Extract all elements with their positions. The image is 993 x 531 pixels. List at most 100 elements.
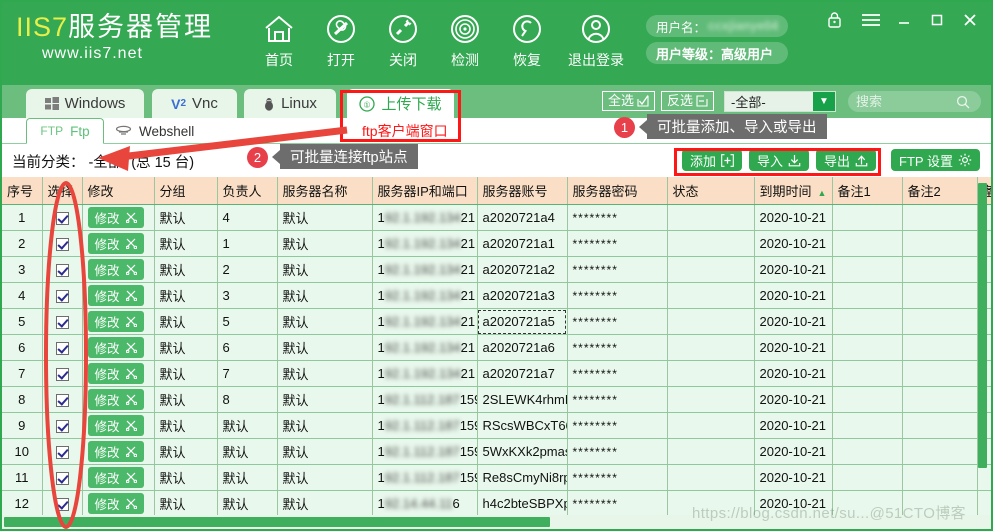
row-checkbox-cell[interactable] [42, 386, 83, 413]
row-server-ip-port[interactable]: 192.1.112.187159 [372, 412, 478, 439]
row-note1[interactable] [832, 204, 903, 231]
row-server-ip-port[interactable]: 192.1.112.187159 [372, 464, 478, 491]
row-server-password[interactable]: ******** [567, 308, 668, 335]
row-checkbox-cell[interactable] [42, 230, 83, 257]
row-status[interactable] [667, 256, 755, 283]
import-button[interactable]: 导入 [749, 149, 810, 171]
row-checkbox-cell[interactable] [42, 438, 83, 465]
nav-item-close-conn[interactable]: 关闭 [372, 10, 434, 70]
horizontal-scroll-thumb[interactable] [4, 517, 550, 527]
row-checkbox[interactable] [55, 290, 69, 304]
row-note2[interactable] [902, 282, 978, 309]
row-edit-cell[interactable]: 修改 [82, 464, 155, 491]
row-checkbox[interactable] [55, 420, 69, 434]
col-server-ip-port[interactable]: 服务器IP和端口 [372, 177, 478, 205]
horizontal-scrollbar[interactable] [2, 515, 991, 529]
nav-item-detect[interactable]: 检测 [434, 10, 496, 70]
row-note2[interactable] [902, 204, 978, 231]
col-group[interactable]: 分组 [154, 177, 218, 205]
row-server-ip-port[interactable]: 192.1.192.13421 [372, 230, 478, 257]
row-group[interactable]: 默认 [154, 256, 218, 283]
row-edit-cell[interactable]: 修改 [82, 490, 155, 517]
row-server-password[interactable]: ******** [567, 334, 668, 361]
add-button[interactable]: 添加 [682, 149, 743, 171]
row-server-ip-port[interactable]: 192.1.112.187159 [372, 386, 478, 413]
row-checkbox[interactable] [55, 316, 69, 330]
row-index[interactable]: 10 [2, 438, 43, 465]
edit-button[interactable]: 修改 [87, 259, 144, 280]
row-group[interactable]: 默认 [154, 204, 218, 231]
row-server-ip-port[interactable]: 192.1.192.13421 [372, 282, 478, 309]
vertical-scrollbar[interactable] [978, 180, 987, 529]
row-status[interactable] [667, 282, 755, 309]
col-server-password[interactable]: 服务器密码 [567, 177, 668, 205]
row-server-account[interactable]: a2020721a7 [477, 360, 568, 387]
row-note1[interactable] [832, 438, 903, 465]
row-server-password[interactable]: ******** [567, 438, 668, 465]
row-group[interactable]: 默认 [154, 334, 218, 361]
maximize-icon[interactable] [922, 6, 952, 34]
row-checkbox[interactable] [55, 264, 69, 278]
row-server-account[interactable]: a2020721a4 [477, 204, 568, 231]
row-server-account[interactable]: a2020721a2 [477, 256, 568, 283]
row-group[interactable]: 默认 [154, 230, 218, 257]
row-note1[interactable] [832, 334, 903, 361]
row-server-password[interactable]: ******** [567, 464, 668, 491]
nav-item-restore[interactable]: 恢复 [496, 10, 558, 70]
row-expire-time[interactable]: 2020-10-21 [754, 412, 833, 439]
row-status[interactable] [667, 438, 755, 465]
row-group[interactable]: 默认 [154, 282, 218, 309]
row-index[interactable]: 12 [2, 490, 43, 517]
row-index[interactable]: 3 [2, 256, 43, 283]
row-edit-cell[interactable]: 修改 [82, 282, 155, 309]
edit-button[interactable]: 修改 [87, 467, 144, 488]
table-row[interactable]: 2 修改 默认 1 默认 192.1.192.13421 a2020721a1 ******… [2, 230, 991, 257]
row-checkbox-cell[interactable] [42, 490, 83, 517]
row-server-account[interactable]: a2020721a6 [477, 334, 568, 361]
tab-upload-download[interactable]: ① 上传下载 [347, 89, 454, 118]
row-note2[interactable] [902, 490, 978, 517]
row-server-password[interactable]: ******** [567, 230, 668, 257]
row-checkbox-cell[interactable] [42, 256, 83, 283]
nav-item-logout[interactable]: 退出登录 [558, 10, 634, 70]
row-group[interactable]: 默认 [154, 386, 218, 413]
row-server-ip-port[interactable]: 192.1.192.13421 [372, 308, 478, 335]
row-server-name[interactable]: 默认 [277, 230, 373, 257]
row-owner[interactable]: 8 [217, 386, 278, 413]
lock-icon[interactable] [819, 6, 849, 34]
row-checkbox-cell[interactable] [42, 360, 83, 387]
row-checkbox-cell[interactable] [42, 412, 83, 439]
row-owner[interactable]: 2 [217, 256, 278, 283]
row-checkbox[interactable] [55, 446, 69, 460]
row-note2[interactable] [902, 438, 978, 465]
row-server-password[interactable]: ******** [567, 412, 668, 439]
row-note2[interactable] [902, 386, 978, 413]
row-edit-cell[interactable]: 修改 [82, 386, 155, 413]
row-owner[interactable]: 5 [217, 308, 278, 335]
row-status[interactable] [667, 386, 755, 413]
table-row[interactable]: 7 修改 默认 7 默认 192.1.192.13421 a2020721a7 ******… [2, 360, 991, 387]
search-icon[interactable] [956, 95, 970, 109]
row-checkbox[interactable] [55, 472, 69, 486]
nav-item-open[interactable]: 打开 [310, 10, 372, 70]
row-group[interactable]: 默认 [154, 308, 218, 335]
close-icon[interactable] [955, 6, 985, 34]
row-server-ip-port[interactable]: 192.1.192.13421 [372, 334, 478, 361]
row-edit-cell[interactable]: 修改 [82, 360, 155, 387]
row-owner[interactable]: 1 [217, 230, 278, 257]
subtab-ftp[interactable]: FTP Ftp [26, 118, 104, 144]
row-server-account[interactable]: 5WxKXk2pmasl [477, 438, 568, 465]
row-checkbox[interactable] [55, 368, 69, 382]
row-owner[interactable]: 3 [217, 282, 278, 309]
row-status[interactable] [667, 464, 755, 491]
table-row[interactable]: 12 修改 默认 默认 默认 192.14.44.116 h4c2bteSBPXpr ***… [2, 490, 991, 517]
row-note2[interactable] [902, 334, 978, 361]
row-edit-cell[interactable]: 修改 [82, 412, 155, 439]
row-expire-time[interactable]: 2020-10-21 [754, 464, 833, 491]
row-expire-time[interactable]: 2020-10-21 [754, 230, 833, 257]
row-expire-time[interactable]: 2020-10-21 [754, 256, 833, 283]
row-server-name[interactable]: 默认 [277, 334, 373, 361]
row-server-account[interactable]: a2020721a5 [477, 308, 568, 335]
vertical-scroll-thumb[interactable] [978, 183, 987, 468]
row-status[interactable] [667, 490, 755, 517]
